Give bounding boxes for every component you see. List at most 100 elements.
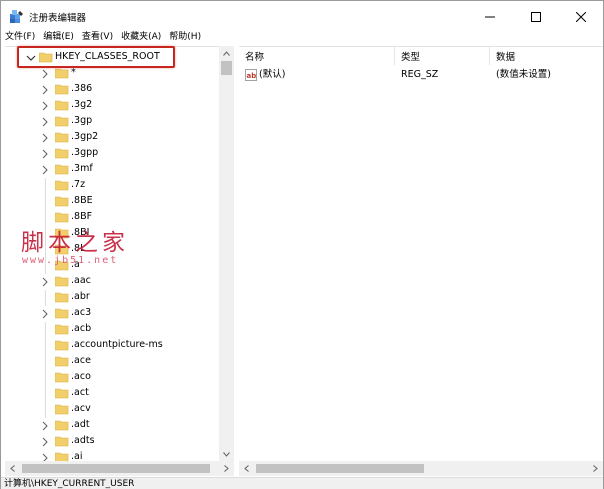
menu-view[interactable]: 查看(V) <box>78 29 117 45</box>
tree-item[interactable]: .adts <box>5 434 221 450</box>
tree-item-label: .acv <box>71 403 91 414</box>
tree-horizontal-scrollbar[interactable] <box>5 461 234 476</box>
tree-item-label: .7z <box>71 179 86 190</box>
menu-favorites[interactable]: 收藏夹(A) <box>117 29 165 45</box>
tree-item-label: .3g2 <box>71 99 93 110</box>
tree-item-label: .aco <box>71 371 91 382</box>
scroll-left-button[interactable] <box>5 461 20 476</box>
chevron-right-icon[interactable] <box>40 69 50 79</box>
folder-icon <box>55 420 69 431</box>
folder-icon <box>55 436 69 447</box>
svg-text:ab: ab <box>247 72 257 80</box>
title-bar[interactable]: 注册表编辑器 <box>1 1 603 32</box>
chevron-right-icon[interactable] <box>40 437 50 447</box>
tree-item-label: .ace <box>71 355 91 366</box>
chevron-right-icon[interactable] <box>40 117 50 127</box>
tree-item-label: .acb <box>71 323 92 334</box>
folder-icon <box>55 308 69 319</box>
watermark-text: 脚本之家 <box>21 230 129 256</box>
tree-connector <box>45 354 46 370</box>
tree-item-label: .adts <box>71 435 95 446</box>
tree-item[interactable]: .adt <box>5 418 221 434</box>
tree-item[interactable]: .ace <box>5 354 221 370</box>
chevron-left-icon <box>244 465 249 472</box>
value-name: (默认) <box>259 69 286 80</box>
tree-item[interactable]: .3gp2 <box>5 130 221 146</box>
scroll-up-button[interactable] <box>219 46 234 61</box>
menu-bar: 文件(F) 编辑(E) 查看(V) 收藏夹(A) 帮助(H) <box>1 29 603 45</box>
regedit-icon <box>10 10 23 23</box>
list-item[interactable]: ab (默认) REG_SZ (数值未设置) <box>239 67 603 83</box>
chevron-down-icon <box>223 452 230 457</box>
scroll-thumb[interactable] <box>256 464 424 473</box>
tree-item[interactable]: .8BE <box>5 194 221 210</box>
chevron-right-icon[interactable] <box>40 101 50 111</box>
tree-connector <box>45 194 46 210</box>
chevron-right-icon[interactable] <box>40 277 50 287</box>
tree-item[interactable]: .aco <box>5 370 221 386</box>
scroll-right-button[interactable] <box>588 461 603 476</box>
scroll-right-button[interactable] <box>219 461 234 476</box>
tree-item-label: .abr <box>71 291 90 302</box>
folder-icon <box>55 180 69 191</box>
tree-item-label: .ac3 <box>71 307 92 318</box>
folder-icon <box>55 196 69 207</box>
folder-icon <box>55 356 69 367</box>
value-list[interactable]: 名称 类型 数据 ab (默认) REG_SZ (数值未设置) <box>239 46 603 461</box>
scroll-left-button[interactable] <box>239 461 254 476</box>
minimize-button[interactable] <box>467 1 512 32</box>
list-horizontal-scrollbar[interactable] <box>239 461 603 476</box>
chevron-right-icon[interactable] <box>40 133 50 143</box>
folder-icon <box>55 148 69 159</box>
tree-connector <box>45 178 46 194</box>
column-header-name[interactable]: 名称 <box>239 47 395 65</box>
tree-item[interactable]: * <box>5 66 221 82</box>
tree-connector <box>45 386 46 402</box>
tree-item[interactable]: .3mf <box>5 162 221 178</box>
column-header-type[interactable]: 类型 <box>395 47 490 65</box>
tree-connector <box>45 402 46 418</box>
chevron-right-icon[interactable] <box>40 149 50 159</box>
chevron-right-icon[interactable] <box>40 85 50 95</box>
chevron-right-icon <box>224 465 229 472</box>
folder-icon <box>55 84 69 95</box>
tree-item[interactable]: .abr <box>5 290 221 306</box>
scroll-thumb[interactable] <box>22 464 210 473</box>
maximize-icon <box>530 11 541 22</box>
folder-icon <box>55 292 69 303</box>
tree-vertical-scrollbar[interactable] <box>219 46 234 462</box>
tree-item[interactable]: .3gp <box>5 114 221 130</box>
tree-item[interactable]: .3gpp <box>5 146 221 162</box>
folder-icon <box>55 324 69 335</box>
chevron-right-icon[interactable] <box>40 165 50 175</box>
menu-help[interactable]: 帮助(H) <box>165 29 205 45</box>
chevron-right-icon[interactable] <box>40 309 50 319</box>
tree-item-label: .act <box>71 387 89 398</box>
watermark-url: www.jb51.net <box>22 255 119 266</box>
tree-item-label: .8BE <box>71 195 93 206</box>
menu-file[interactable]: 文件(F) <box>1 29 39 45</box>
tree-item[interactable]: .acv <box>5 402 221 418</box>
tree-item-label: .adt <box>71 419 90 430</box>
column-header-data[interactable]: 数据 <box>490 47 603 65</box>
tree-item[interactable]: .386 <box>5 82 221 98</box>
tree-item[interactable]: .accountpicture-ms <box>5 338 221 354</box>
tree-item[interactable]: .7z <box>5 178 221 194</box>
scroll-thumb[interactable] <box>221 61 232 75</box>
folder-icon <box>55 388 69 399</box>
close-icon <box>575 11 586 22</box>
tree-item[interactable]: .ac3 <box>5 306 221 322</box>
chevron-left-icon <box>10 465 15 472</box>
menu-edit[interactable]: 编辑(E) <box>39 29 78 45</box>
close-button[interactable] <box>558 1 603 32</box>
folder-icon <box>55 212 69 223</box>
tree-item[interactable]: .3g2 <box>5 98 221 114</box>
scroll-down-button[interactable] <box>219 447 234 462</box>
minimize-icon <box>484 16 495 17</box>
tree-item[interactable]: .acb <box>5 322 221 338</box>
chevron-right-icon[interactable] <box>40 421 50 431</box>
tree-item[interactable]: .aac <box>5 274 221 290</box>
tree-item-label: .accountpicture-ms <box>71 339 163 350</box>
tree-item[interactable]: .act <box>5 386 221 402</box>
maximize-button[interactable] <box>513 1 558 32</box>
